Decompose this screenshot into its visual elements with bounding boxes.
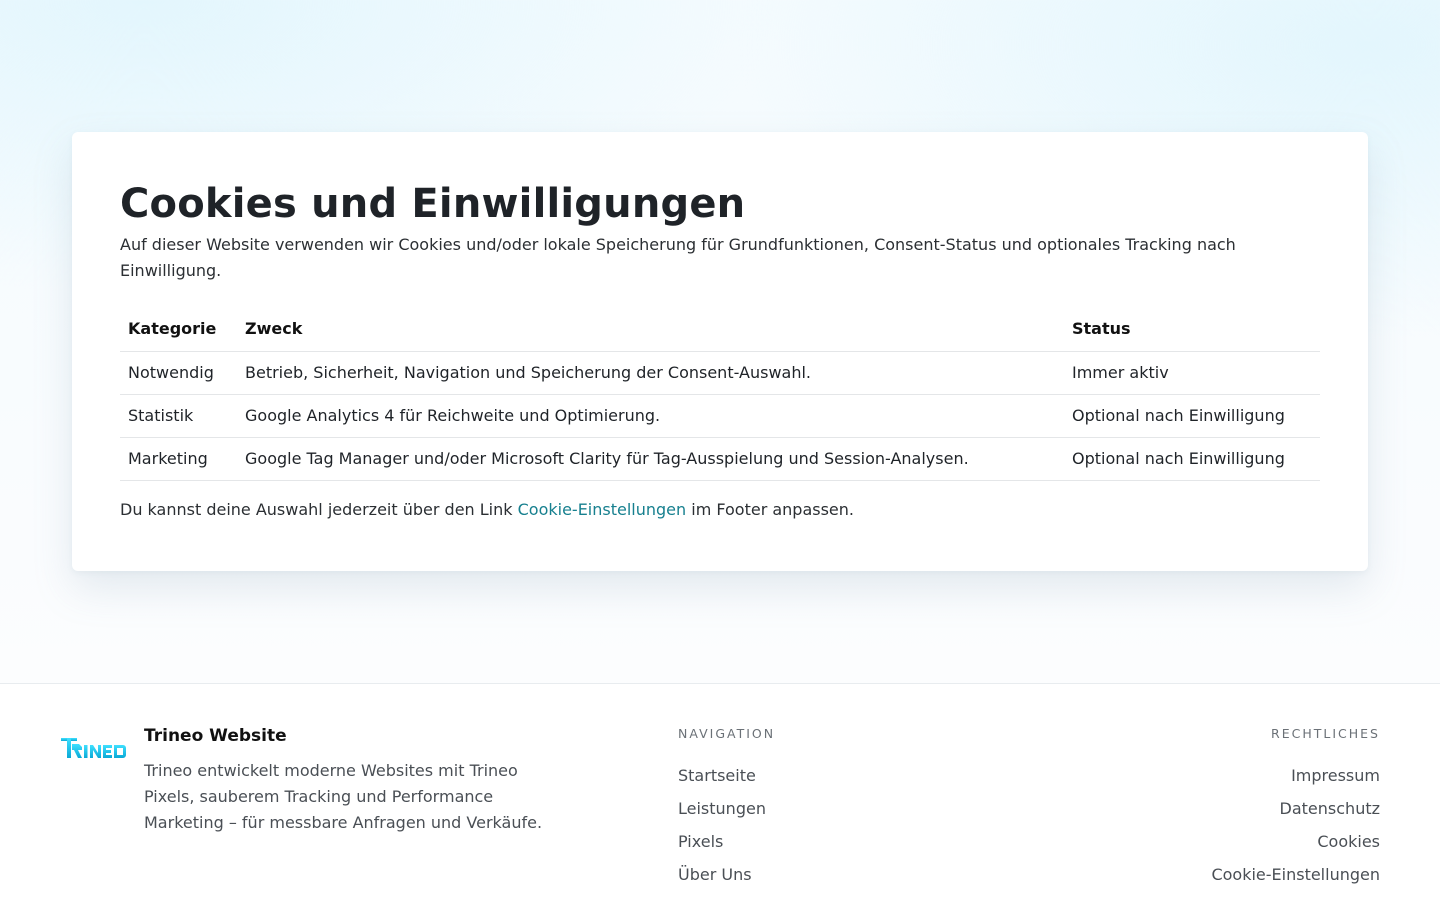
footer-legal-title: RECHTLICHES	[1271, 726, 1380, 741]
footer-link-startseite[interactable]: Startseite	[678, 759, 775, 792]
header-kategorie: Kategorie	[120, 308, 237, 352]
page-title: Cookies und Einwilligungen	[120, 181, 746, 227]
intro-text: Auf dieser Website verwenden wir Cookies…	[120, 235, 1236, 280]
table-header-row: Kategorie Zweck Status	[120, 308, 1320, 352]
footer-navigation: NAVIGATION Startseite Leistungen Pixels …	[678, 726, 775, 900]
table-row: Notwendig Betrieb, Sicherheit, Navigatio…	[120, 351, 1320, 395]
footer-link-datenschutz[interactable]: Datenschutz	[1211, 792, 1380, 825]
footer-link-cookies[interactable]: Cookies	[1211, 825, 1380, 858]
trineo-logo-icon[interactable]	[60, 736, 128, 762]
cell-category: Marketing	[120, 437, 237, 481]
cookie-settings-link[interactable]: Cookie-Einstellungen	[518, 500, 687, 519]
footer-brand-description: Trineo entwickelt moderne Websites mit T…	[144, 761, 543, 832]
cell-purpose: Google Tag Manager und/oder Microsoft Cl…	[237, 437, 1064, 481]
header-zweck: Zweck	[237, 308, 1064, 352]
site-footer: Trineo Website Trineo entwickelt moderne…	[0, 683, 1440, 900]
note-text-after: im Footer anpassen.	[686, 499, 854, 519]
table-row: Statistik Google Analytics 4 für Reichwe…	[120, 394, 1320, 438]
footer-legal: RECHTLICHES Impressum Datenschutz Cookie…	[1211, 726, 1380, 891]
footer-link-kontakt[interactable]: Kontakt	[678, 891, 775, 900]
footer-link-ueber-uns[interactable]: Über Uns	[678, 858, 775, 891]
cell-purpose: Google Analytics 4 für Reichweite und Op…	[237, 394, 1064, 438]
cell-status: Optional nach Einwilligung	[1064, 437, 1320, 481]
footer-link-leistungen[interactable]: Leistungen	[678, 792, 775, 825]
cookie-info-card: Cookies und Einwilligungen Auf dieser We…	[72, 132, 1368, 571]
note-text-before: Du kannst deine Auswahl jederzeit über d…	[120, 499, 518, 519]
cell-status: Optional nach Einwilligung	[1064, 394, 1320, 438]
cell-category: Notwendig	[120, 351, 237, 395]
footer-navigation-title: NAVIGATION	[678, 726, 776, 741]
header-status: Status	[1064, 308, 1320, 352]
cell-category: Statistik	[120, 394, 237, 438]
footer-link-impressum[interactable]: Impressum	[1211, 759, 1380, 792]
footer-brand-title: Trineo Website	[144, 726, 287, 746]
cell-purpose: Betrieb, Sicherheit, Navigation und Spei…	[237, 351, 1064, 395]
table-row: Marketing Google Tag Manager und/oder Mi…	[120, 437, 1320, 481]
cookie-table: Kategorie Zweck Status Notwendig Betrieb…	[120, 308, 1320, 481]
footer-link-cookie-einstellungen[interactable]: Cookie-Einstellungen	[1211, 858, 1380, 891]
settings-note: Du kannst deine Auswahl jederzeit über d…	[120, 499, 1320, 521]
cell-status: Immer aktiv	[1064, 351, 1320, 395]
footer-link-pixels[interactable]: Pixels	[678, 825, 775, 858]
